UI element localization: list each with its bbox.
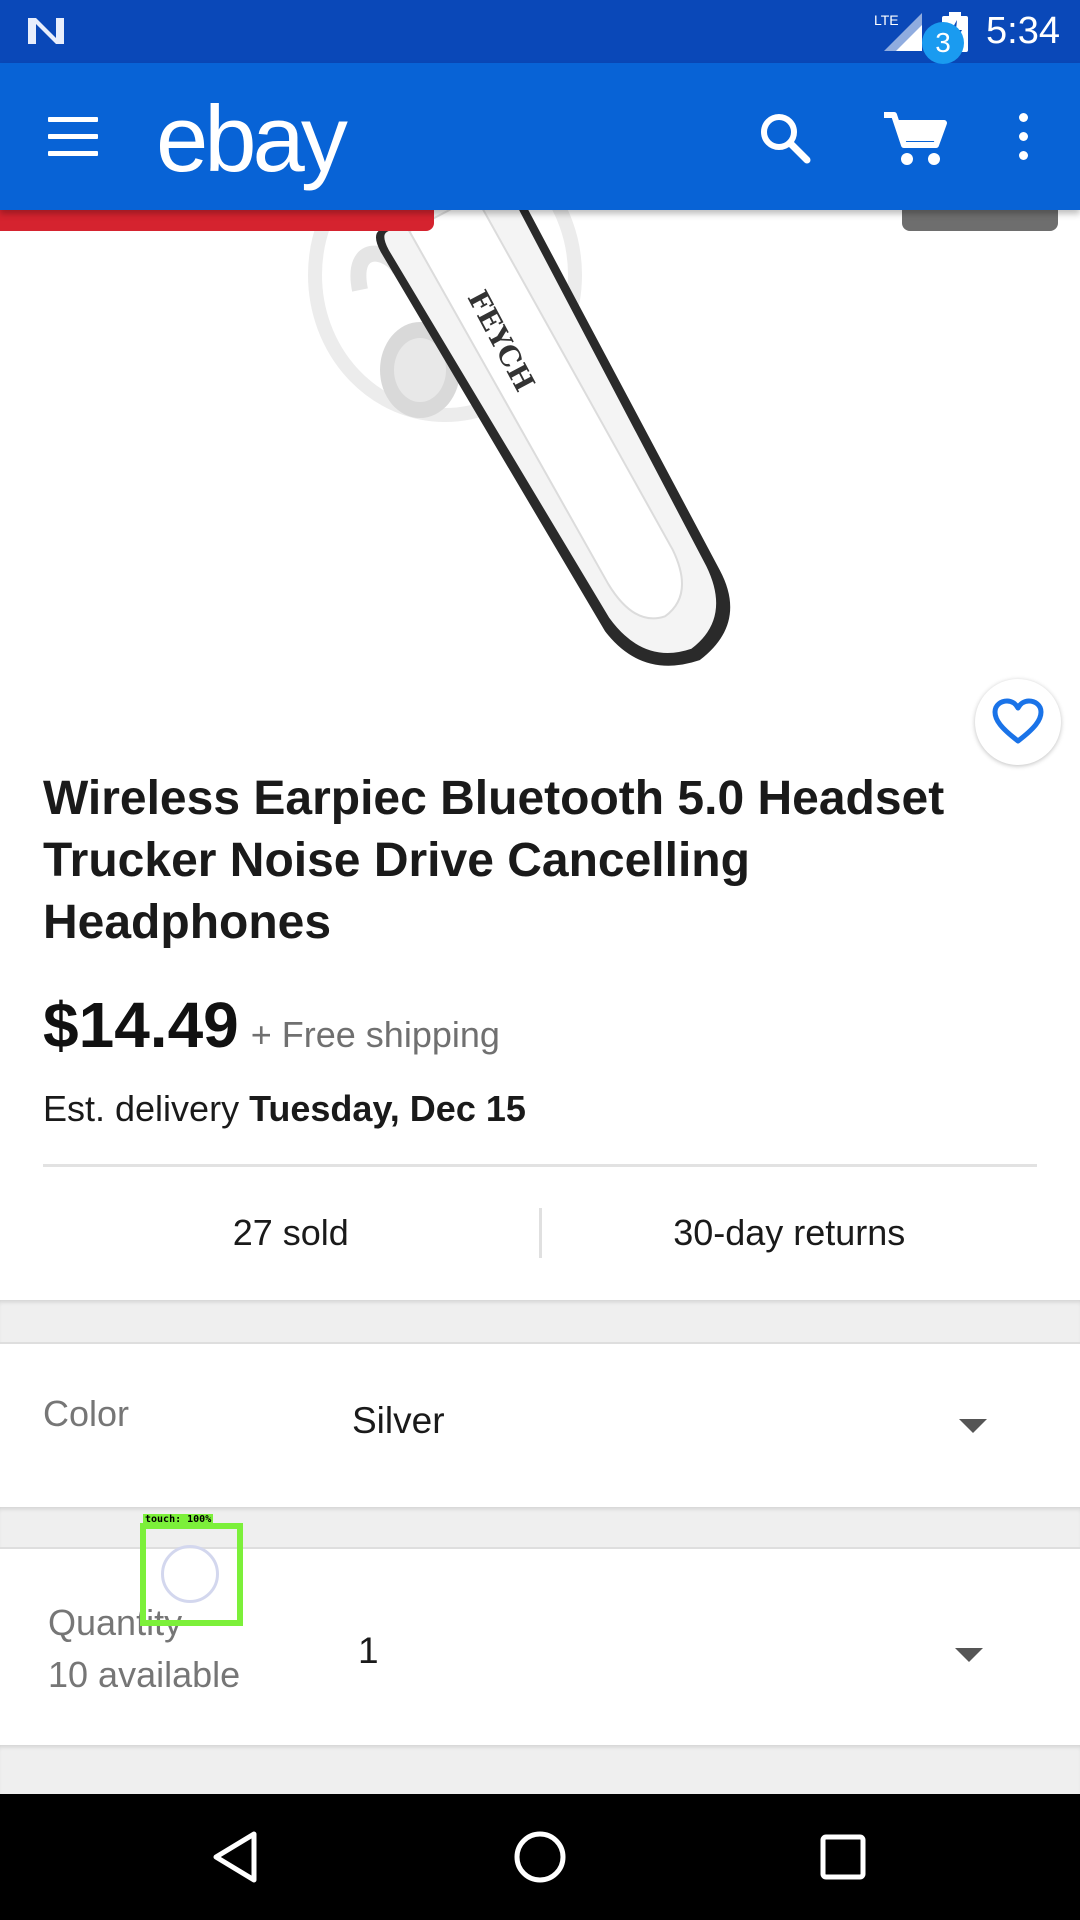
clock: 5:34 xyxy=(986,10,1060,52)
quantity-value: 1 xyxy=(358,1630,379,1671)
color-select[interactable]: Color Silver xyxy=(0,1345,1080,1507)
delivery-prefix: Est. delivery xyxy=(43,1088,250,1129)
color-value: Silver xyxy=(352,1400,445,1441)
chevron-down-icon xyxy=(959,1419,987,1433)
recents-icon[interactable] xyxy=(810,1824,876,1890)
network-type-label: LTE xyxy=(874,12,899,28)
divider xyxy=(43,1164,1037,1167)
delivery-estimate: Est. delivery Tuesday, Dec 15 xyxy=(43,1088,526,1130)
returns-policy[interactable]: 30-day returns xyxy=(542,1208,1038,1258)
product-title: Wireless Earpiec Bluetooth 5.0 Headset T… xyxy=(43,772,945,949)
chevron-down-icon xyxy=(955,1648,983,1662)
home-icon[interactable] xyxy=(507,1824,573,1890)
search-icon[interactable] xyxy=(755,108,815,168)
touch-point xyxy=(161,1545,219,1603)
color-label: Color xyxy=(43,1393,130,1434)
promo-banner xyxy=(0,210,434,231)
cart-count-badge: 3 xyxy=(922,22,964,64)
cart-icon[interactable] xyxy=(880,107,950,171)
shipping-info: + Free shipping xyxy=(250,1014,500,1055)
heart-icon xyxy=(992,698,1044,744)
quantity-available: 10 available xyxy=(48,1654,241,1695)
price: $14.49 xyxy=(43,989,239,1061)
price-row: $14.49 + Free shipping xyxy=(43,988,500,1062)
status-bar: LTE 5:34 xyxy=(0,0,1080,63)
earpiece-illustration: FEYCH xyxy=(308,210,731,666)
stats-row: 27 sold 30-day returns xyxy=(43,1208,1037,1258)
delivery-date: Tuesday, Dec 15 xyxy=(249,1088,526,1129)
product-image[interactable]: FEYCH xyxy=(0,210,1080,740)
ebay-logo[interactable]: ebay xyxy=(156,85,348,193)
image-counter-tab xyxy=(902,210,1058,231)
more-vert-icon[interactable] xyxy=(1008,113,1038,169)
system-nav-bar xyxy=(0,1794,1080,1920)
section-gap xyxy=(0,1300,1080,1344)
section-gap xyxy=(0,1745,1080,1794)
sold-count[interactable]: 27 sold xyxy=(43,1208,539,1258)
app-bar: ebay xyxy=(0,63,1080,210)
watch-button[interactable] xyxy=(975,679,1061,765)
n-notification-icon xyxy=(28,18,64,44)
lte-signal-icon: LTE xyxy=(874,12,923,51)
back-icon[interactable] xyxy=(204,1824,270,1890)
menu-icon[interactable] xyxy=(48,117,98,157)
